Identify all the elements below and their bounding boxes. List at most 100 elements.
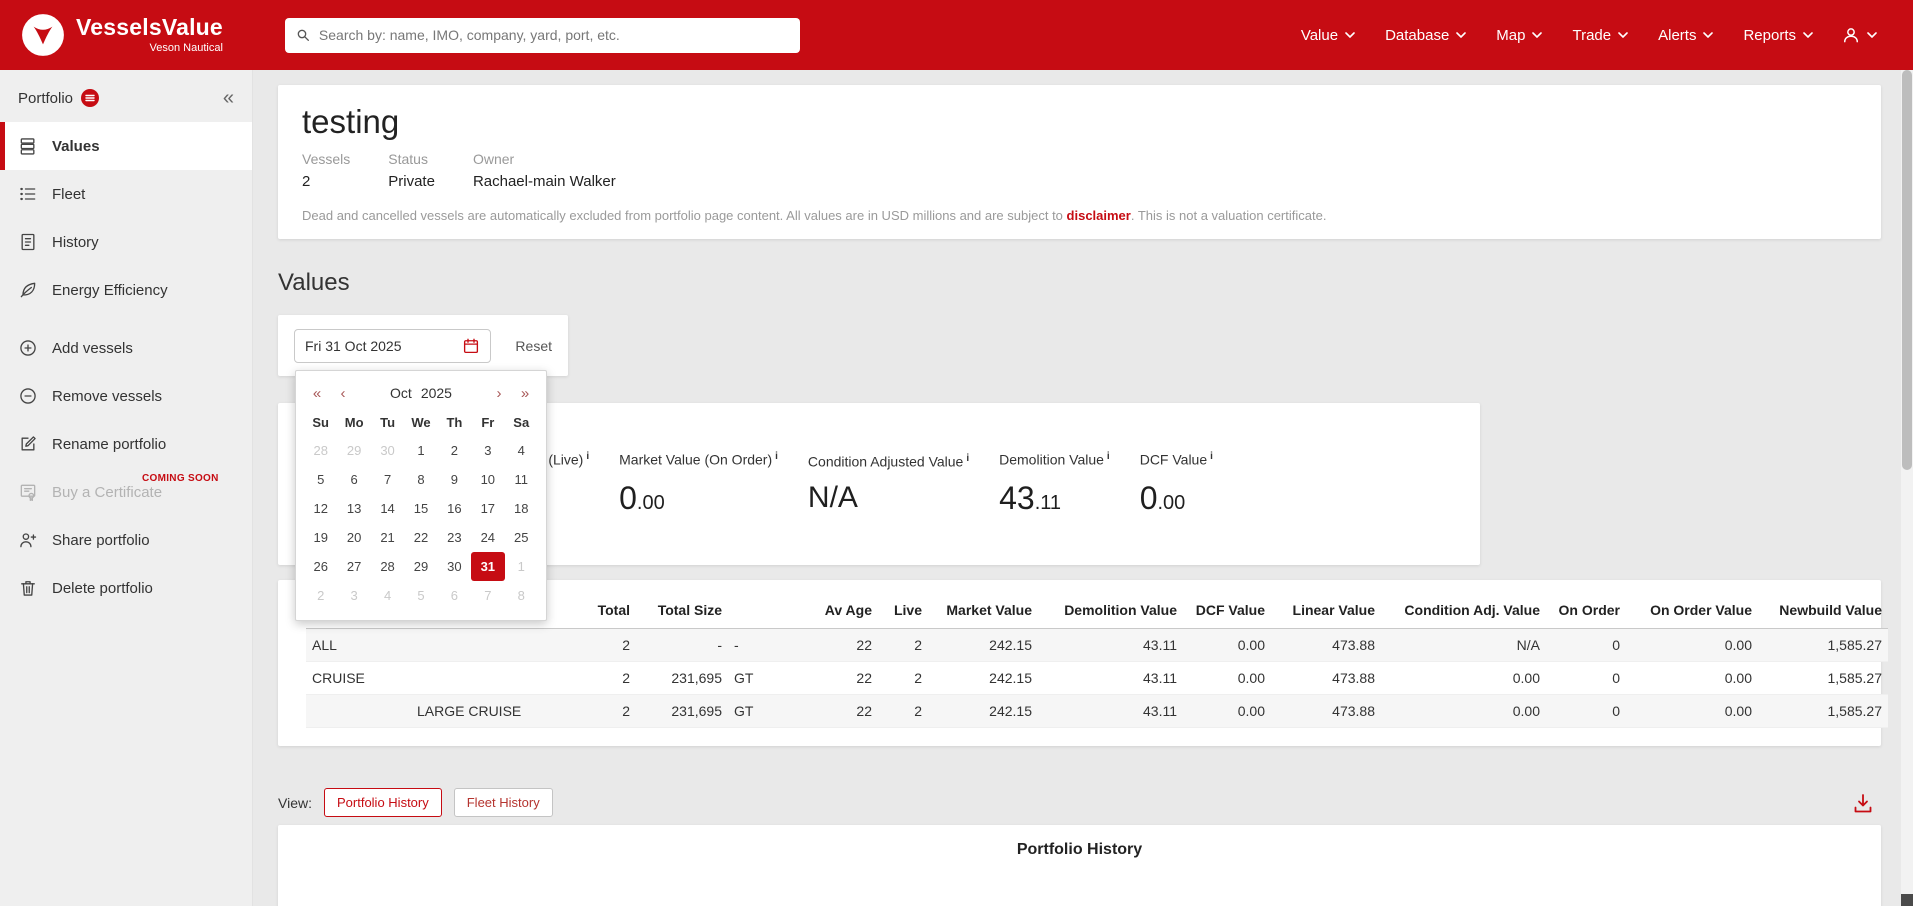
calendar-day[interactable]: 6 [337,465,370,494]
calendar-day[interactable]: 22 [404,523,437,552]
calendar-day[interactable]: 2 [438,436,471,465]
calendar-day[interactable]: 12 [304,494,337,523]
calendar-day[interactable]: 2 [304,581,337,610]
info-icon[interactable]: i [775,451,778,462]
scrollbar-thumb[interactable] [1902,70,1912,470]
table-row-large-cruise: LARGE CRUISE 2 231,695 GT 22 2 242.15 43… [306,695,1888,728]
reset-button[interactable]: Reset [515,338,552,354]
user-menu[interactable] [1831,15,1887,55]
info-icon[interactable]: i [966,453,969,464]
nav-database[interactable]: Database [1373,17,1478,54]
calendar-day[interactable]: 27 [337,552,370,581]
sidebar-item-fleet[interactable]: Fleet [0,170,252,218]
sidebar-collapse-button[interactable]: « [223,88,234,108]
vertical-scrollbar[interactable] [1901,70,1913,906]
global-search [285,18,800,53]
calendar-day[interactable]: 14 [371,494,404,523]
prev-year-button[interactable]: « [304,385,330,402]
portfolio-history-button[interactable]: Portfolio History [324,788,442,817]
calendar-day[interactable]: 9 [438,465,471,494]
vesselsvalue-logo-icon [20,12,66,58]
calendar-day[interactable]: 8 [404,465,437,494]
disclaimer-link[interactable]: disclaimer [1067,208,1131,223]
calendar-day[interactable]: 11 [505,465,538,494]
calendar-day[interactable]: 29 [404,552,437,581]
calendar-day[interactable]: 4 [371,581,404,610]
calendar-day[interactable]: 16 [438,494,471,523]
calendar-day[interactable]: 5 [304,465,337,494]
meta-label: Vessels [302,151,350,167]
summary-condition-adjusted-value: Condition Adjusted Valuei N/A [808,453,969,516]
brand-logo[interactable]: VesselsValue Veson Nautical [20,12,223,58]
calendar-day[interactable]: 5 [404,581,437,610]
calendar-day[interactable]: 19 [304,523,337,552]
calendar-day[interactable]: 18 [505,494,538,523]
cell-linear-value: 473.88 [1271,695,1381,728]
info-icon[interactable]: i [586,451,589,462]
calendar-day[interactable]: 8 [505,581,538,610]
calendar-day[interactable]: 17 [471,494,504,523]
calendar-day[interactable]: 29 [337,436,370,465]
calendar-day[interactable]: 25 [505,523,538,552]
calendar-day[interactable]: 3 [471,436,504,465]
sidebar-item-remove-vessels[interactable]: Remove vessels [0,372,252,420]
weekday-label: Sa [505,409,538,436]
calendar-day[interactable]: 7 [471,581,504,610]
search-input[interactable] [319,27,790,43]
sidebar-item-history[interactable]: History [0,218,252,266]
calendar-day-selected[interactable]: 31 [471,552,504,581]
calendar-day[interactable]: 3 [337,581,370,610]
nav-reports[interactable]: Reports [1731,17,1825,54]
col-newbuild-value: Newbuild Value [1758,590,1888,629]
nav-trade[interactable]: Trade [1560,17,1640,54]
sidebar-item-rename-portfolio[interactable]: Rename portfolio [0,420,252,468]
calendar-day[interactable]: 28 [304,436,337,465]
calendar-weekdays: Su Mo Tu We Th Fr Sa [304,409,538,436]
calendar-month-label[interactable]: Oct 2025 [356,385,486,401]
calendar-day[interactable]: 6 [438,581,471,610]
calendar-day[interactable]: 21 [371,523,404,552]
date-picker-input[interactable]: Fri 31 Oct 2025 [294,329,491,363]
cell-on-order-value: 0.00 [1626,662,1758,695]
calendar-day[interactable]: 28 [371,552,404,581]
calendar-day[interactable]: 30 [371,436,404,465]
summary-demolition-value: Demolition Valuei 43.11 [999,451,1110,517]
cell-demolition-value: 43.11 [1038,662,1183,695]
sidebar-item-delete-portfolio[interactable]: Delete portfolio [0,564,252,612]
meta-value: Rachael-main Walker [473,173,616,190]
weekday-label: Tu [371,409,404,436]
col-unit [728,590,768,629]
calendar-day[interactable]: 7 [371,465,404,494]
calendar-day[interactable]: 26 [304,552,337,581]
sidebar-item-share-portfolio[interactable]: Share portfolio [0,516,252,564]
sidebar-item-add-vessels[interactable]: Add vessels [0,324,252,372]
sidebar-item-energy-efficiency[interactable]: Energy Efficiency [0,266,252,314]
calendar-day[interactable]: 4 [505,436,538,465]
info-icon[interactable]: i [1107,451,1110,462]
nav-alerts[interactable]: Alerts [1646,17,1725,54]
download-icon[interactable] [1851,791,1875,815]
calendar-day[interactable]: 23 [438,523,471,552]
col-market-value: Market Value [928,590,1038,629]
calendar-day[interactable]: 10 [471,465,504,494]
calendar-day[interactable]: 13 [337,494,370,523]
nav-value[interactable]: Value [1289,17,1367,54]
calendar-icon[interactable] [462,337,480,355]
calendar-day[interactable]: 24 [471,523,504,552]
calendar-day[interactable]: 15 [404,494,437,523]
sidebar-item-values[interactable]: Values [0,122,252,170]
cell-unit: GT [728,662,768,695]
calendar-day[interactable]: 30 [438,552,471,581]
next-year-button[interactable]: » [512,385,538,402]
prev-month-button[interactable]: ‹ [330,385,356,402]
chevron-down-icon [1867,32,1877,38]
portfolio-badge-icon [81,89,99,107]
fleet-history-button[interactable]: Fleet History [454,788,553,817]
calendar-day[interactable]: 20 [337,523,370,552]
certificate-icon [18,482,38,502]
calendar-day[interactable]: 1 [404,436,437,465]
nav-map[interactable]: Map [1484,17,1554,54]
info-icon[interactable]: i [1210,451,1213,462]
calendar-day[interactable]: 1 [505,552,538,581]
next-month-button[interactable]: › [486,385,512,402]
